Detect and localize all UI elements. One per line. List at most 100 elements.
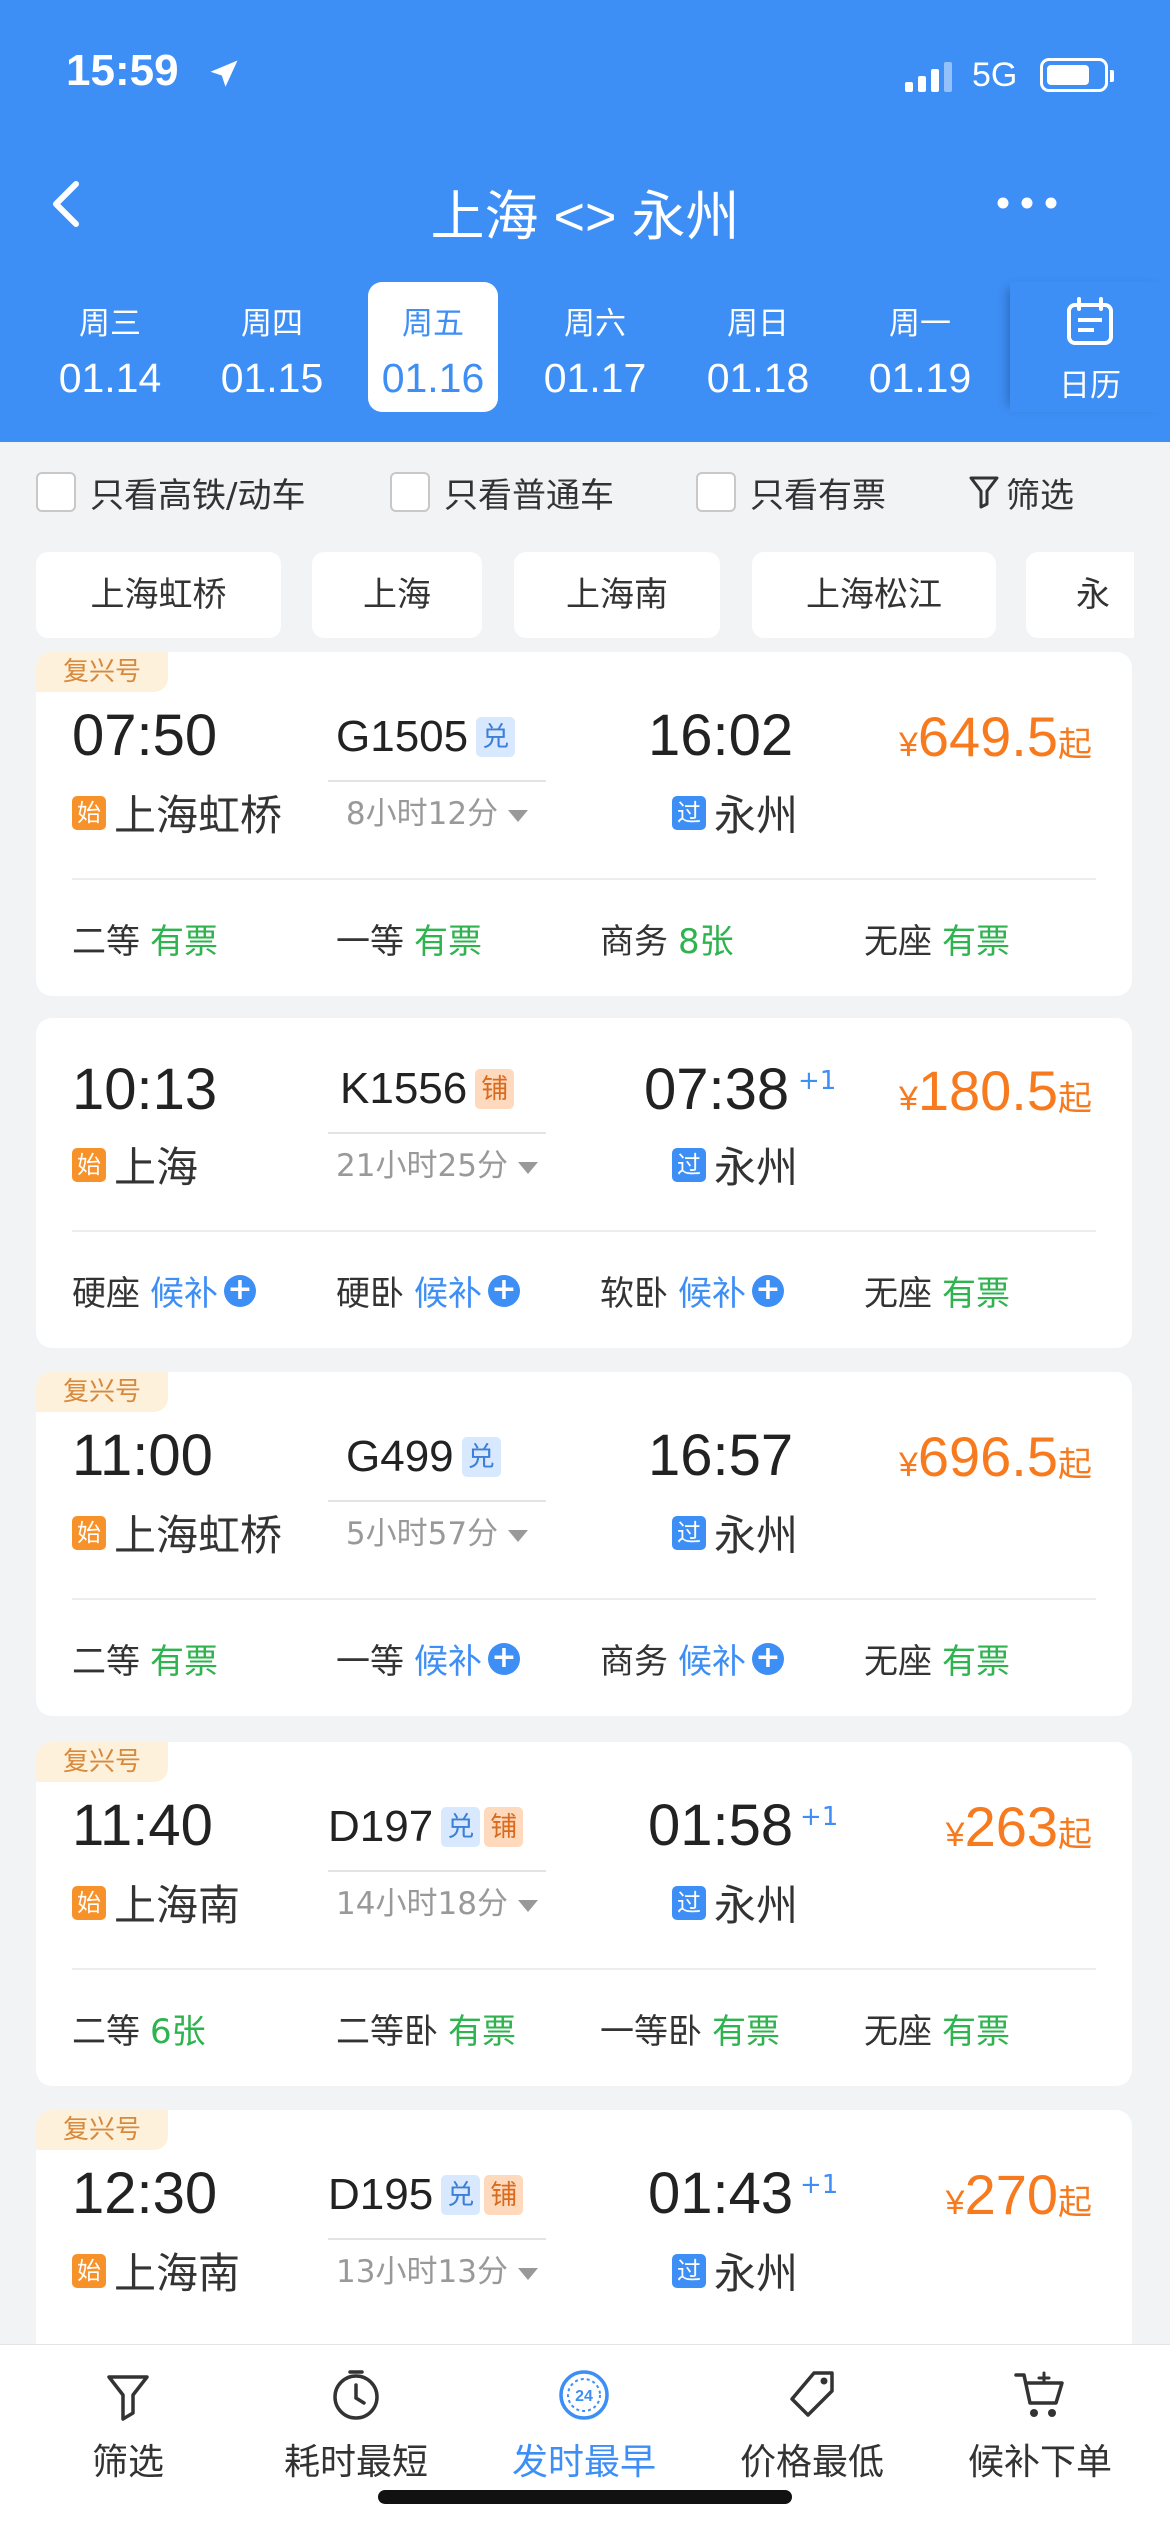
- to-station-name: 永州: [714, 1143, 799, 1192]
- price-value: 696.5: [917, 1425, 1058, 1488]
- tab-waitlist-order[interactable]: 候补下单: [940, 2367, 1140, 2485]
- date-selector: 周三 01.14 周四 01.15 周五 01.16 周六 01.17 周日 01.18 …: [0, 282, 1170, 412]
- to-station: 过永州: [672, 1502, 798, 1563]
- normal-train-checkbox[interactable]: 只看普通车: [390, 470, 614, 516]
- currency-symbol: ¥: [945, 2184, 965, 2222]
- seat-info[interactable]: 商务 候补 +: [600, 1634, 784, 1683]
- station-chip[interactable]: 永州: [1026, 552, 1134, 701]
- train-card[interactable]: 复兴号 12:30 D195 兑铺 13小时13分 01:43 +1 ¥270起 …: [36, 2110, 1132, 2350]
- duration-text: 14小时18分: [336, 1886, 508, 1922]
- date-value: 01.14: [58, 355, 162, 401]
- seat-info: 二等卧 有票: [336, 2004, 516, 2053]
- available-only-checkbox[interactable]: 只看有票: [696, 470, 886, 516]
- divider: [72, 878, 1096, 880]
- date-tab-selected[interactable]: 周五 01.16: [368, 282, 498, 412]
- seat-status: 有票: [942, 1274, 1010, 1314]
- from-station: 始上海: [72, 1134, 198, 1195]
- fuxing-badge: 复兴号: [36, 2110, 168, 2150]
- seat-status: 有票: [942, 1642, 1010, 1682]
- pass-icon: 过: [672, 795, 706, 830]
- tab-lowest-price[interactable]: 价格最低: [712, 2367, 912, 2485]
- tab-label: 价格最低: [739, 2442, 884, 2483]
- date-tab[interactable]: 周四 01.15: [207, 282, 337, 412]
- price-value: 649.5: [917, 705, 1058, 768]
- redeem-tag: 兑: [441, 1807, 481, 1847]
- filter-icon: [969, 476, 999, 509]
- station-chip[interactable]: 上海: [312, 552, 482, 638]
- tab-label: 筛选: [91, 2442, 164, 2483]
- duration-text: 8小时12分: [345, 796, 499, 832]
- to-station: 过永州: [672, 2240, 798, 2301]
- high-speed-checkbox[interactable]: 只看高铁/动车: [36, 470, 305, 516]
- currency-symbol: ¥: [945, 1816, 965, 1854]
- train-card[interactable]: 10:13 K1556 铺 21小时25分 07:38 +1 ¥180.5起 始上…: [36, 1018, 1132, 1348]
- date-tab[interactable]: 周日 01.18: [693, 282, 823, 412]
- station-chip[interactable]: 上海松江: [752, 552, 996, 638]
- status-bar: 15:59 5G: [0, 40, 1170, 110]
- to-station: 过永州: [672, 1134, 798, 1195]
- svg-text:24: 24: [575, 2388, 593, 2405]
- duration-text: 21小时25分: [336, 1148, 508, 1184]
- checkbox-label: 只看有票: [750, 475, 886, 516]
- seat-info: 一等卧 有票: [600, 2004, 780, 2053]
- duration[interactable]: 8小时12分: [328, 780, 546, 833]
- price-suffix: 起: [1058, 1079, 1092, 1119]
- date-weekday: 周四: [241, 306, 303, 342]
- seat-status: 候补: [414, 1642, 482, 1682]
- to-station: 过永州: [672, 782, 798, 843]
- berth-tag: 铺: [475, 1069, 515, 1109]
- seat-info[interactable]: 一等 候补 +: [336, 1634, 520, 1683]
- tab-label: 发时最早: [511, 2442, 656, 2483]
- date-tab[interactable]: 周一 01.19: [855, 282, 985, 412]
- more-button[interactable]: [992, 178, 1062, 228]
- seat-info[interactable]: 硬座 候补 +: [72, 1266, 256, 1315]
- from-station-name: 上海: [114, 1143, 199, 1192]
- date-tab[interactable]: 周六 01.17: [530, 282, 660, 412]
- seat-name: 无座: [864, 2012, 932, 2052]
- train-card[interactable]: 复兴号 11:00 G499 兑 5小时57分 16:57 ¥696.5起 始上海…: [36, 1372, 1132, 1716]
- calendar-button[interactable]: 日历: [1010, 282, 1170, 412]
- plus-circle-icon: +: [752, 1274, 784, 1307]
- tab-earliest-departure[interactable]: 24 发时最早: [484, 2367, 684, 2485]
- plus-circle-icon: +: [488, 1274, 520, 1307]
- date-tab[interactable]: 周三 01.14: [45, 282, 175, 412]
- station-chip[interactable]: 上海南: [514, 552, 720, 638]
- plus-circle-icon: +: [224, 1274, 256, 1307]
- seat-status: 有票: [150, 1642, 218, 1682]
- date-value: 01.16: [381, 355, 485, 401]
- start-icon: 始: [72, 795, 106, 830]
- duration[interactable]: 21小时25分: [328, 1132, 546, 1185]
- clock-24-icon: 24: [559, 2370, 609, 2420]
- price: ¥263起: [946, 1794, 1092, 1859]
- seat-info: 商务 8张: [600, 914, 734, 963]
- tab-filter[interactable]: 筛选: [28, 2367, 228, 2485]
- tab-shortest-duration[interactable]: 耗时最短: [256, 2367, 456, 2485]
- to-station: 过永州: [672, 1872, 798, 1933]
- seat-status: 有票: [712, 2012, 780, 2052]
- seat-status: 候补: [678, 1642, 746, 1682]
- station-chip[interactable]: 上海虹桥: [36, 552, 281, 638]
- seat-info[interactable]: 硬卧 候补 +: [336, 1266, 520, 1315]
- train-card[interactable]: 复兴号 07:50 G1505 兑 8小时12分 16:02 ¥649.5起 始上…: [36, 652, 1132, 996]
- seat-name: 一等卧: [600, 2012, 702, 2052]
- battery-icon: [1040, 58, 1114, 92]
- train-card[interactable]: 复兴号 11:40 D197 兑铺 14小时18分 01:58 +1 ¥263起 …: [36, 1742, 1132, 2086]
- train-number-text: D197: [328, 1802, 434, 1851]
- home-indicator: [378, 2490, 792, 2504]
- seat-status: 候补: [150, 1274, 218, 1314]
- checkbox-box: [36, 472, 76, 512]
- duration[interactable]: 5小时57分: [328, 1500, 546, 1553]
- currency-symbol: ¥: [898, 726, 918, 764]
- to-station-name: 永州: [714, 1881, 799, 1930]
- seat-status: 候补: [414, 1274, 482, 1314]
- seat-status: 8张: [678, 922, 734, 962]
- filter-link[interactable]: 筛选: [968, 470, 1074, 516]
- duration[interactable]: 14小时18分: [328, 1870, 546, 1923]
- seat-info: 二等 有票: [72, 1634, 218, 1683]
- seat-info[interactable]: 软卧 候补 +: [600, 1266, 784, 1315]
- duration[interactable]: 13小时13分: [328, 2238, 546, 2291]
- seat-name: 硬卧: [336, 1274, 404, 1314]
- depart-time: 11:40: [72, 1793, 213, 1858]
- redeem-tag: 兑: [441, 2175, 481, 2215]
- train-number-text: K1556: [340, 1064, 468, 1113]
